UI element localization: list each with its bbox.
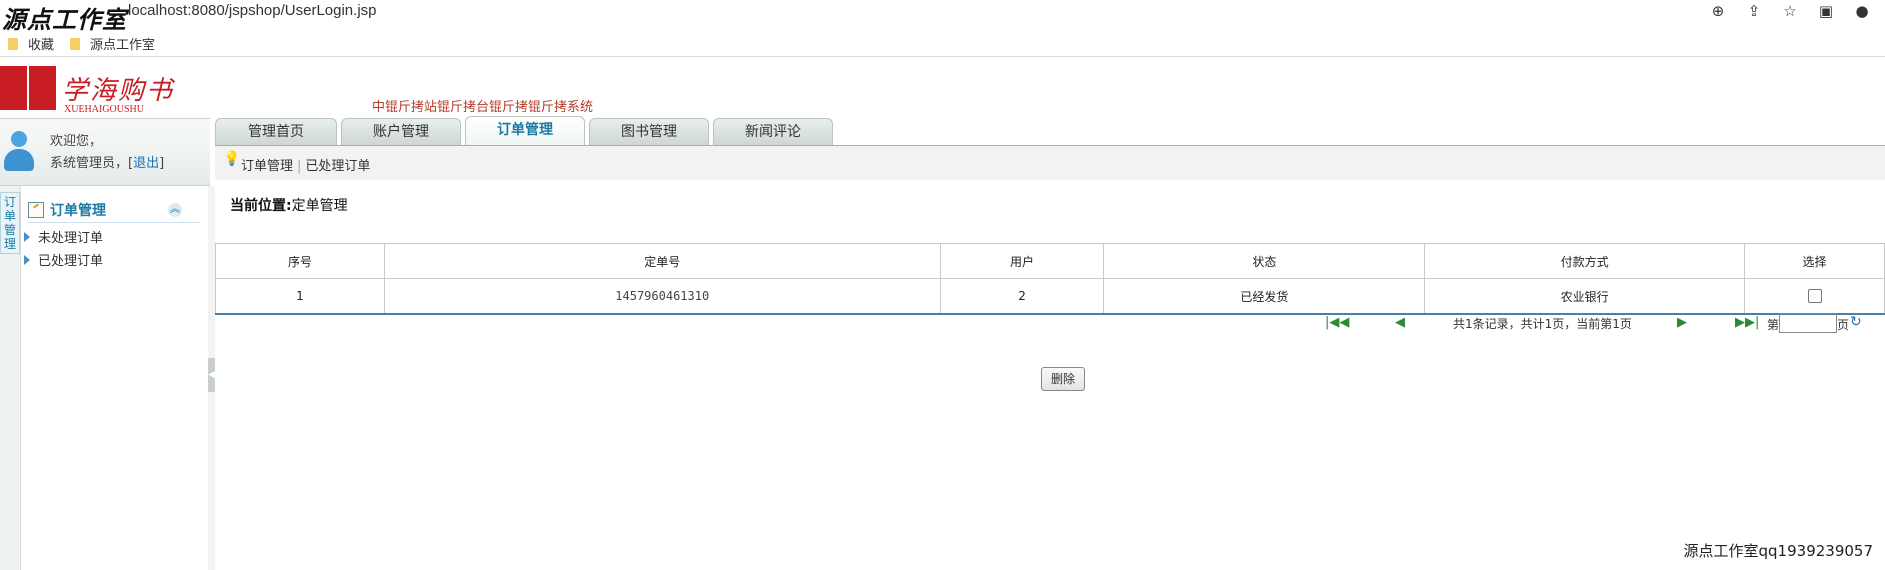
- orders-table: 序号 定单号 用户 状态 付款方式 选择 1 1457960461310 2 已…: [215, 243, 1885, 315]
- folder-icon: [8, 37, 18, 50]
- main-tabs: 管理首页 账户管理 订单管理 图书管理 新闻评论: [215, 116, 833, 145]
- bulb-icon: 💡: [223, 151, 241, 167]
- cell-no: 1: [215, 278, 385, 315]
- col-header: 用户: [939, 243, 1105, 279]
- collapse-panel-handle[interactable]: ◀: [208, 358, 215, 392]
- menu-title-label: 订单管理: [50, 203, 106, 219]
- cell-status: 已经发货: [1103, 278, 1426, 315]
- tab-accounts[interactable]: 账户管理: [341, 118, 461, 145]
- pager-info: 共1条记录，共计1页，当前第1页: [1453, 317, 1632, 331]
- tab-news[interactable]: 新闻评论: [713, 118, 833, 145]
- logo-subtitle: XUEHAIGOUSHU: [64, 104, 144, 115]
- bookmark-item[interactable]: 收藏: [8, 34, 54, 53]
- breadcrumb: 当前位置:定单管理: [230, 195, 348, 215]
- subnav-items: 订单管理 | 已处理订单: [241, 159, 371, 174]
- page-suffix: 页: [1837, 318, 1850, 332]
- tab-orders[interactable]: 订单管理: [465, 116, 585, 145]
- profile-icon[interactable]: ●: [1853, 2, 1871, 20]
- col-header: 选择: [1744, 243, 1885, 279]
- avatar: [2, 129, 36, 175]
- bookmarks-bar: 收藏 源点工作室: [0, 28, 1885, 57]
- browser-address-bar: 源点工作室 localhost:8080/jspshop/UserLogin.j…: [0, 0, 1885, 34]
- go-icon[interactable]: ↻: [1850, 314, 1862, 330]
- cell-select: [1744, 278, 1885, 315]
- arrow-right-icon: [24, 231, 30, 242]
- bookmark-item[interactable]: 源点工作室: [70, 34, 155, 53]
- next-page-icon[interactable]: ▶: [1677, 315, 1687, 330]
- cell-payment: 农业银行: [1424, 278, 1746, 315]
- menu-divider: [28, 222, 200, 223]
- col-header: 序号: [215, 243, 385, 279]
- cell-user: 2: [939, 278, 1105, 315]
- tab-home[interactable]: 管理首页: [215, 118, 337, 145]
- collapse-icon[interactable]: ︽: [168, 203, 182, 217]
- subnav-orders[interactable]: 订单管理: [241, 159, 293, 174]
- delete-button[interactable]: 删除: [1041, 367, 1085, 391]
- logo-text: 学海购书: [62, 76, 175, 106]
- url-field[interactable]: localhost:8080/jspshop/UserLogin.jsp: [128, 2, 377, 19]
- edit-icon: [28, 202, 44, 218]
- location-value: 定单管理: [291, 198, 348, 214]
- share-icon[interactable]: ⇪: [1745, 2, 1763, 20]
- tab-books[interactable]: 图书管理: [589, 118, 709, 145]
- cell-order-no: 1457960461310: [383, 278, 941, 315]
- welcome-text: 欢迎您， 系统管理员，[退出]: [50, 131, 164, 175]
- page-number-input[interactable]: [1779, 313, 1837, 333]
- sidebar-icon[interactable]: ▣: [1817, 2, 1835, 20]
- row-checkbox[interactable]: [1807, 289, 1822, 304]
- menu-section-title[interactable]: 订单管理: [28, 200, 106, 220]
- last-page-icon[interactable]: ▶▶|: [1735, 315, 1759, 330]
- bookmark-label: 收藏: [28, 38, 55, 53]
- sidebar-item-label: 已处理订单: [38, 254, 104, 269]
- footer-watermark: 源点工作室qq1939239057: [1683, 542, 1873, 560]
- col-header: 付款方式: [1424, 243, 1746, 279]
- sub-navigation: 💡 订单管理 | 已处理订单: [215, 146, 1885, 180]
- sidebar-item-unprocessed[interactable]: 未处理订单: [24, 227, 103, 246]
- location-label: 当前位置:: [230, 198, 292, 214]
- user-role-line: 系统管理员，[退出]: [50, 156, 165, 171]
- browser-toolbar-icons: ⊕ ⇪ ☆ ▣ ●: [1709, 2, 1871, 20]
- zoom-icon[interactable]: ⊕: [1709, 2, 1727, 20]
- welcome-line: 欢迎您，: [50, 134, 103, 149]
- prev-page-icon[interactable]: ◀: [1395, 315, 1405, 330]
- folder-icon: [70, 37, 80, 50]
- sidebar-item-processed[interactable]: 已处理订单: [24, 250, 103, 269]
- sidebar-item-label: 未处理订单: [38, 231, 104, 246]
- logout-link[interactable]: 退出: [133, 156, 159, 171]
- logo-book-icon: [0, 66, 56, 110]
- first-page-icon[interactable]: |◀◀: [1325, 315, 1349, 330]
- col-header: 状态: [1103, 243, 1426, 279]
- bookmark-label: 源点工作室: [90, 38, 156, 53]
- system-title: 中锟斤拷站锟斤拷台锟斤拷锟斤拷系统: [372, 100, 594, 115]
- table-header-row: 序号 定单号 用户 状态 付款方式 选择: [215, 243, 1885, 279]
- vertical-tab-orders[interactable]: 订单管理: [0, 192, 20, 254]
- pagination: |◀◀ ◀ 共1条记录，共计1页，当前第1页 ▶ ▶▶| 第 页 ↻: [0, 313, 1885, 333]
- page-prefix: 第: [1767, 318, 1780, 332]
- star-icon[interactable]: ☆: [1781, 2, 1799, 20]
- user-panel: 欢迎您， 系统管理员，[退出]: [0, 118, 210, 186]
- arrow-right-icon: [24, 254, 30, 265]
- table-row: 1 1457960461310 2 已经发货 农业银行: [215, 278, 1885, 315]
- col-header: 定单号: [383, 243, 941, 279]
- subnav-processed[interactable]: 已处理订单: [305, 159, 370, 174]
